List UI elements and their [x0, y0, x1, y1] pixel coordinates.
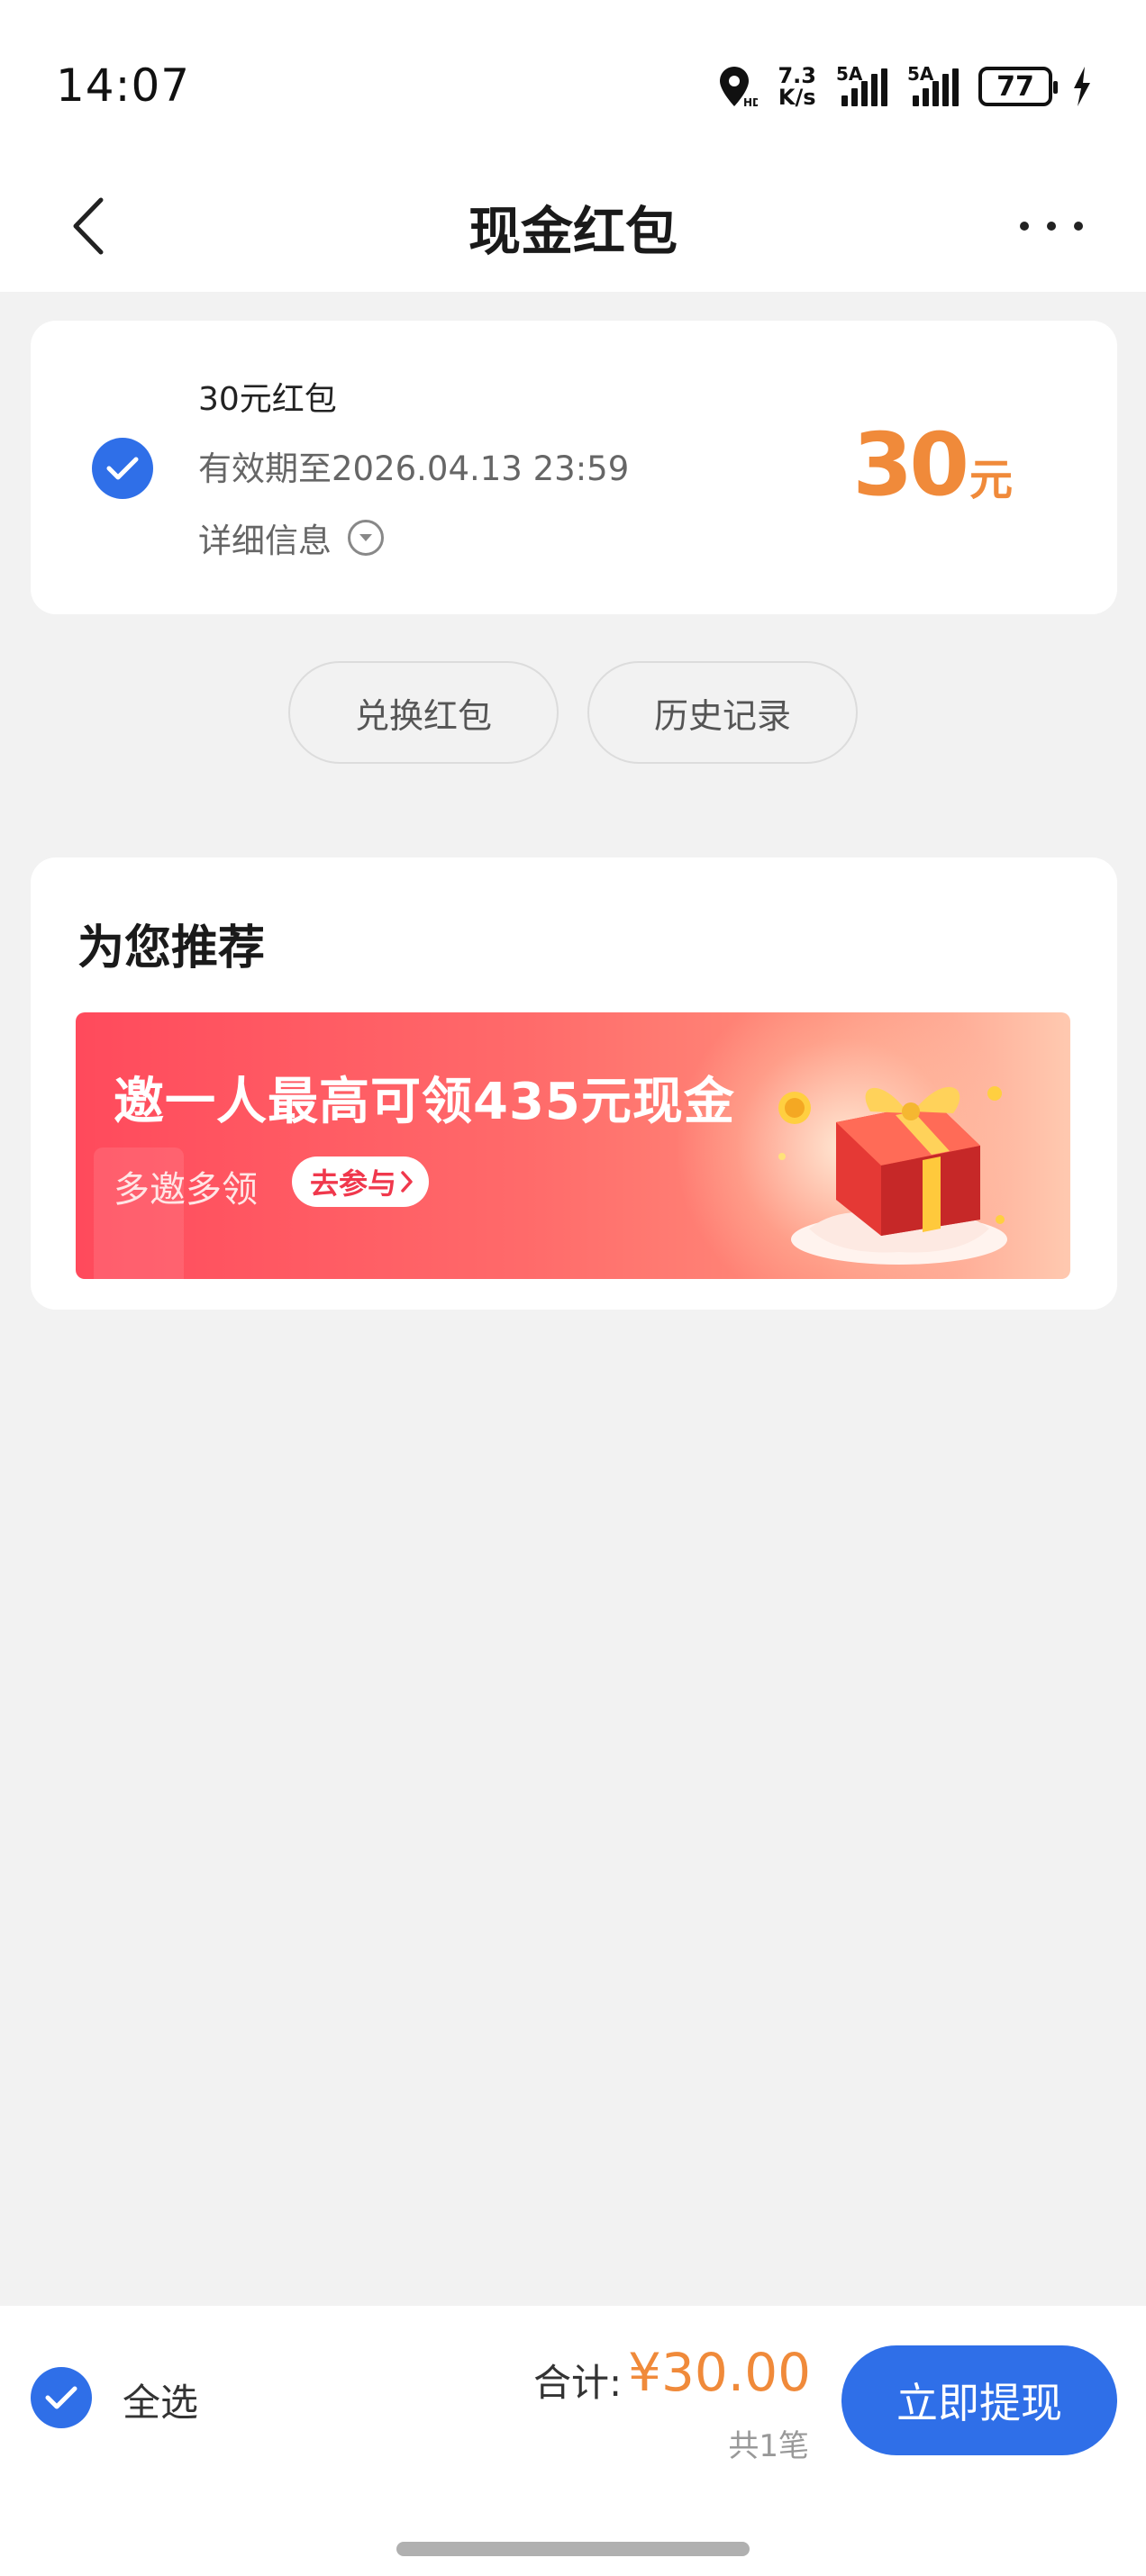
packet-amount-value: 30 — [852, 414, 969, 515]
packet-amount-unit: 元 — [969, 455, 1013, 505]
packet-detail-label: 详细信息 — [198, 522, 332, 560]
home-indicator[interactable] — [396, 2542, 750, 2556]
status-icons: HD 7.3 K/s 5A 5A 77 — [718, 63, 1092, 110]
bottom-bar: 全选 合计: ¥30.00 共1笔 立即提现 — [0, 2306, 1146, 2576]
total-count: 共1笔 — [728, 2428, 809, 2464]
exchange-packet-button[interactable]: 兑换红包 — [288, 661, 559, 764]
banner-headline: 邀一人最高可领435元现金 — [114, 1073, 735, 1131]
chevron-right-icon — [401, 1171, 413, 1193]
more-dot-icon — [1020, 222, 1029, 231]
svg-text:HD: HD — [743, 96, 758, 108]
select-all-label[interactable]: 全选 — [123, 2372, 198, 2427]
total-label: 合计: — [533, 2361, 623, 2405]
red-packet-card[interactable]: 30元红包 有效期至2026.04.13 23:59 详细信息 30 元 — [31, 321, 1117, 614]
status-bar: 14:07 HD 7.3 K/s 5A 5A 77 — [0, 0, 1146, 162]
join-button[interactable]: 去参与 — [292, 1156, 430, 1207]
recommend-title: 为您推荐 — [77, 921, 266, 975]
checkmark-icon — [106, 457, 139, 480]
more-dot-icon — [1047, 222, 1056, 231]
status-time: 14:07 — [56, 59, 191, 112]
packet-expiry: 有效期至2026.04.13 23:59 — [198, 449, 630, 488]
total-value: ¥30.00 — [628, 2342, 811, 2403]
packet-name: 30元红包 — [198, 381, 337, 418]
withdraw-button[interactable]: 立即提现 — [841, 2345, 1117, 2455]
sim1-tag: 5A — [836, 63, 863, 85]
join-button-label: 去参与 — [310, 1166, 397, 1201]
invite-banner[interactable]: 邀一人最高可领435元现金 多邀多领 去参与 — [76, 1012, 1070, 1279]
sim2-tag: 5A — [907, 63, 934, 85]
gift-box-illustration — [778, 1086, 1007, 1265]
signal-sim1-icon: 5A — [836, 63, 887, 106]
packet-detail-toggle[interactable]: 详细信息 — [198, 513, 384, 562]
battery-icon: 77 — [978, 67, 1058, 106]
network-speed-unit: K/s — [778, 85, 816, 110]
charging-icon — [1074, 67, 1090, 106]
network-speed-value: 7.3 — [778, 63, 816, 88]
history-button[interactable]: 历史记录 — [587, 661, 858, 764]
packet-select-checkbox[interactable] — [92, 438, 153, 499]
page-title: 现金红包 — [468, 201, 678, 262]
checkmark-icon — [45, 2386, 77, 2409]
app-header: 现金红包 — [0, 162, 1146, 292]
signal-sim2-icon: 5A — [907, 63, 959, 106]
more-options-button[interactable] — [1020, 213, 1083, 240]
more-dot-icon — [1074, 222, 1083, 231]
packet-amount: 30 元 — [852, 414, 1013, 515]
banner-subtitle: 多邀多领 — [114, 1169, 258, 1211]
location-hd-icon: HD — [720, 67, 758, 108]
battery-level: 77 — [996, 70, 1034, 103]
expand-down-icon — [348, 520, 384, 556]
recommend-section: 为您推荐 邀一人最高可领435元现金 多邀多领 去参与 — [31, 857, 1117, 1310]
network-speed: 7.3 K/s — [778, 65, 816, 108]
select-all-checkbox[interactable] — [31, 2367, 92, 2428]
